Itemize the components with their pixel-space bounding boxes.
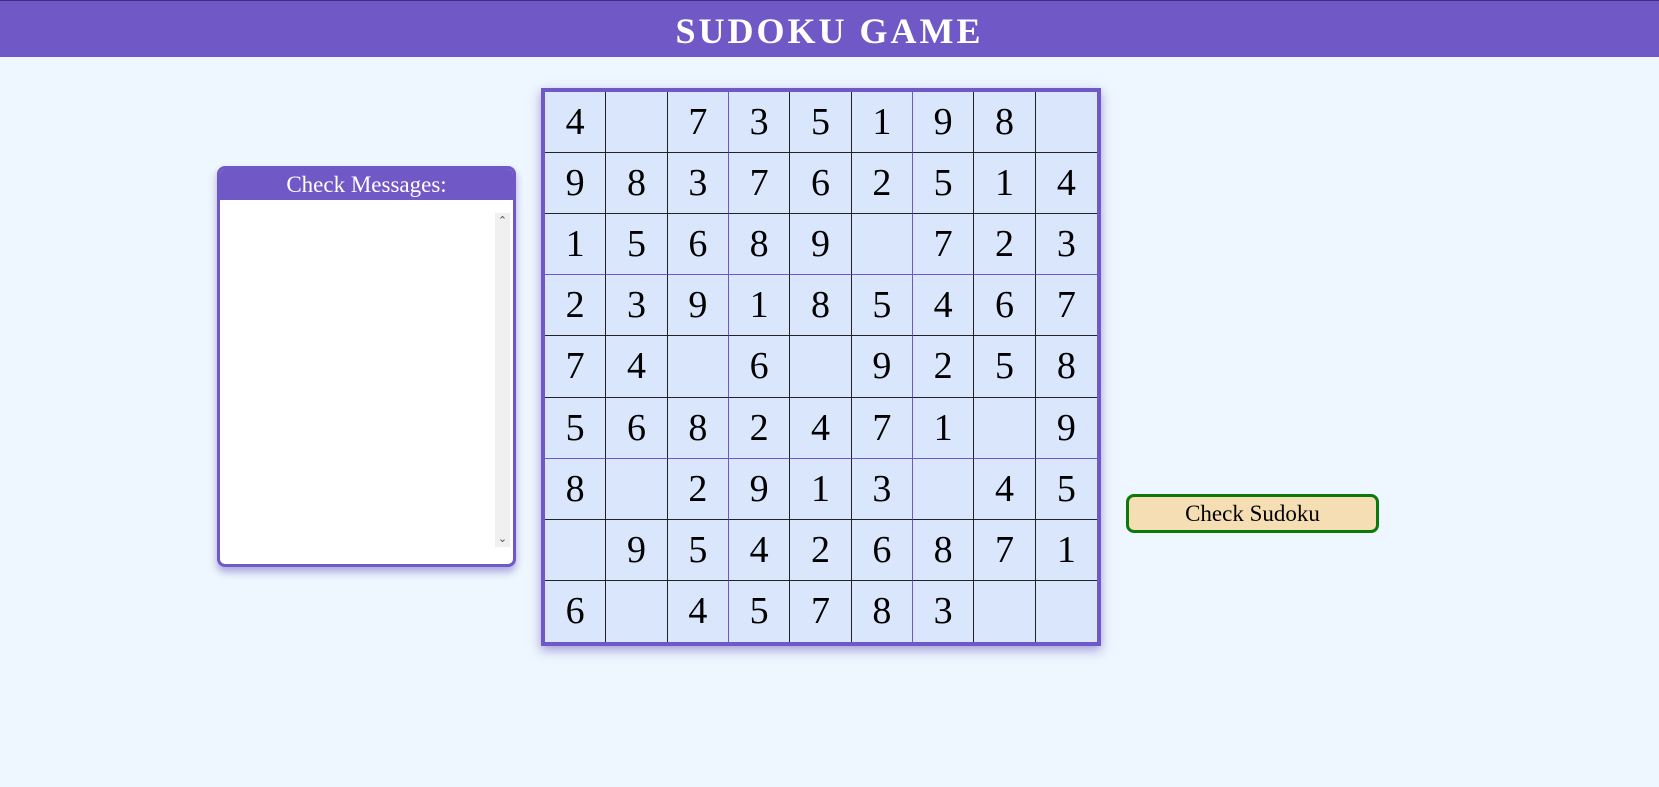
check-messages-textarea[interactable]: ⌃ ⌄ xyxy=(222,201,511,562)
sudoku-cell[interactable] xyxy=(790,336,852,398)
sudoku-cell[interactable]: 7 xyxy=(545,336,607,398)
sudoku-cell[interactable] xyxy=(545,519,607,581)
sudoku-cell[interactable]: 9 xyxy=(790,214,852,276)
sudoku-cell[interactable]: 3 xyxy=(1035,214,1097,276)
check-sudoku-button[interactable]: Check Sudoku xyxy=(1126,494,1379,533)
sudoku-cell[interactable]: 4 xyxy=(790,397,852,459)
sudoku-cell[interactable]: 8 xyxy=(606,153,668,215)
sudoku-cell[interactable]: 2 xyxy=(912,336,975,398)
sudoku-cell[interactable]: 6 xyxy=(667,214,729,276)
sudoku-cell[interactable]: 6 xyxy=(606,397,668,459)
sudoku-cell[interactable]: 5 xyxy=(912,153,975,215)
sudoku-cell[interactable]: 1 xyxy=(728,275,791,337)
sudoku-cell[interactable]: 8 xyxy=(852,580,913,642)
sudoku-cell[interactable]: 2 xyxy=(667,458,729,520)
sudoku-cell[interactable]: 4 xyxy=(974,458,1036,520)
page-title: SUDOKU GAME xyxy=(675,11,984,51)
sudoku-cell[interactable]: 5 xyxy=(729,580,791,642)
page-header: SUDOKU GAME xyxy=(0,0,1659,57)
sudoku-cell[interactable]: 5 xyxy=(974,336,1036,398)
sudoku-cell[interactable]: 5 xyxy=(1035,459,1097,520)
sudoku-cell[interactable]: 8 xyxy=(545,458,607,520)
sudoku-cell[interactable]: 7 xyxy=(790,580,852,642)
check-messages-panel: Check Messages: ⌃ ⌄ xyxy=(217,166,516,567)
sudoku-cell[interactable]: 6 xyxy=(545,580,607,642)
sudoku-cell[interactable]: 1 xyxy=(912,397,975,459)
sudoku-cell[interactable]: 9 xyxy=(545,153,607,215)
messages-scrollbar[interactable]: ⌃ ⌄ xyxy=(495,213,510,547)
sudoku-cell[interactable]: 4 xyxy=(606,336,668,398)
chevron-up-icon[interactable]: ⌃ xyxy=(495,213,510,229)
sudoku-cell[interactable]: 1 xyxy=(790,458,852,520)
sudoku-cell[interactable]: 4 xyxy=(1035,153,1097,215)
sudoku-cell[interactable]: 7 xyxy=(728,153,791,215)
sudoku-cell[interactable]: 8 xyxy=(667,397,729,459)
sudoku-cell[interactable]: 9 xyxy=(606,519,668,581)
sudoku-cell[interactable]: 8 xyxy=(974,92,1036,154)
sudoku-cell[interactable]: 8 xyxy=(912,519,975,581)
sudoku-cell[interactable]: 9 xyxy=(667,275,729,337)
sudoku-cell[interactable]: 9 xyxy=(728,458,791,520)
sudoku-cell[interactable]: 3 xyxy=(667,153,729,215)
sudoku-cell[interactable] xyxy=(851,214,913,276)
sudoku-cell[interactable]: 8 xyxy=(728,214,791,276)
sudoku-cell[interactable]: 6 xyxy=(974,275,1036,337)
chevron-down-icon[interactable]: ⌄ xyxy=(495,531,510,547)
sudoku-cell[interactable] xyxy=(1035,92,1097,154)
sudoku-cell[interactable] xyxy=(606,580,668,642)
sudoku-cell[interactable]: 3 xyxy=(851,458,913,520)
sudoku-cell[interactable]: 5 xyxy=(545,397,607,459)
sudoku-cell[interactable]: 3 xyxy=(913,580,975,642)
sudoku-cell[interactable] xyxy=(974,580,1036,642)
sudoku-cell[interactable]: 1 xyxy=(851,92,913,154)
sudoku-cell[interactable] xyxy=(606,458,668,520)
sudoku-cell[interactable] xyxy=(974,397,1036,459)
check-messages-title: Check Messages: xyxy=(220,169,513,200)
sudoku-cell[interactable]: 1 xyxy=(545,214,607,276)
sudoku-cell[interactable]: 9 xyxy=(912,92,975,154)
sudoku-cell[interactable] xyxy=(667,336,729,398)
sudoku-cell[interactable]: 4 xyxy=(728,519,791,581)
sudoku-cell[interactable] xyxy=(1036,581,1097,642)
sudoku-cell[interactable]: 5 xyxy=(851,275,913,337)
sudoku-cell[interactable]: 6 xyxy=(728,336,791,398)
sudoku-cell[interactable]: 5 xyxy=(667,519,729,581)
sudoku-cell[interactable] xyxy=(912,458,975,520)
sudoku-cell[interactable]: 7 xyxy=(1035,275,1097,337)
sudoku-cell[interactable]: 4 xyxy=(912,275,975,337)
sudoku-cell[interactable]: 3 xyxy=(606,275,668,337)
sudoku-cell[interactable]: 7 xyxy=(851,397,913,459)
sudoku-cell[interactable]: 9 xyxy=(851,336,913,398)
sudoku-cell[interactable] xyxy=(606,92,668,154)
sudoku-cell[interactable]: 2 xyxy=(851,153,913,215)
sudoku-cell[interactable]: 6 xyxy=(851,519,913,581)
sudoku-cell[interactable]: 7 xyxy=(974,519,1036,581)
sudoku-cell[interactable]: 1 xyxy=(974,153,1036,215)
sudoku-cell[interactable]: 2 xyxy=(545,275,607,337)
sudoku-cell[interactable]: 2 xyxy=(974,214,1036,276)
sudoku-cell[interactable]: 2 xyxy=(790,519,852,581)
sudoku-cell[interactable]: 4 xyxy=(668,580,729,642)
sudoku-cell[interactable]: 5 xyxy=(606,214,668,276)
sudoku-cell[interactable]: 4 xyxy=(545,92,607,154)
sudoku-cell[interactable]: 6 xyxy=(790,153,852,215)
sudoku-cell[interactable]: 7 xyxy=(667,92,729,154)
sudoku-cell[interactable]: 1 xyxy=(1035,520,1097,581)
sudoku-cell[interactable]: 9 xyxy=(1035,398,1097,459)
sudoku-cell[interactable]: 8 xyxy=(790,275,852,337)
sudoku-cell[interactable]: 3 xyxy=(728,92,791,154)
sudoku-cell[interactable]: 7 xyxy=(912,214,975,276)
sudoku-board: 4735198983762514156897232391854677469258… xyxy=(541,88,1101,646)
sudoku-cell[interactable]: 8 xyxy=(1035,336,1097,398)
sudoku-cell[interactable]: 5 xyxy=(790,92,852,154)
sudoku-cell[interactable]: 2 xyxy=(728,397,791,459)
